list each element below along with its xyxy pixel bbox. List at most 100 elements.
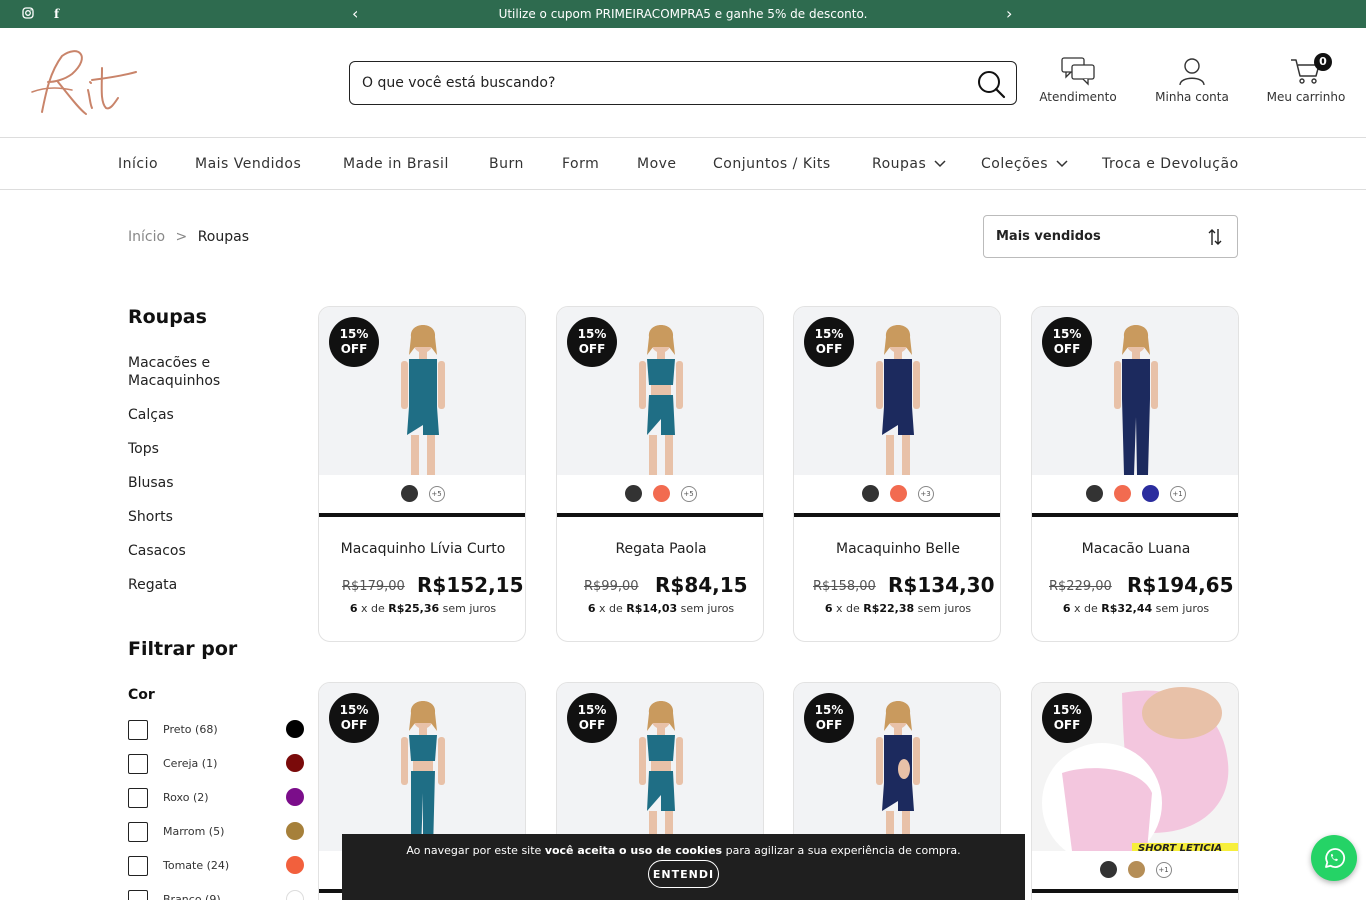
color-swatch[interactable] xyxy=(1085,485,1103,502)
color-swatch[interactable] xyxy=(286,822,304,840)
color-label: Branco (9) xyxy=(163,893,221,900)
installments: 6 x de R$14,03 sem juros xyxy=(557,602,763,615)
more-colors-badge[interactable]: +3 xyxy=(917,486,934,502)
color-swatch[interactable] xyxy=(286,754,304,772)
minha-conta-button[interactable]: Minha conta xyxy=(1152,56,1232,104)
color-filter-row[interactable]: Preto (68) xyxy=(128,719,306,741)
discount-badge-pct: 15% xyxy=(339,327,369,341)
color-checkbox[interactable] xyxy=(128,856,148,876)
installments: 6 x de R$25,36 sem juros xyxy=(319,602,525,615)
old-price: R$179,00 xyxy=(342,579,405,594)
meu-carrinho-label: Meu carrinho xyxy=(1266,90,1346,104)
current-price: R$152,15 xyxy=(417,573,524,597)
sort-label: Mais vendidos xyxy=(996,229,1101,244)
nav-made-in-brasil[interactable]: Made in Brasil xyxy=(343,156,449,172)
color-filter-row[interactable]: Tomate (24) xyxy=(128,855,306,877)
discount-badge: 15% OFF xyxy=(1042,693,1092,743)
discount-badge-pct: 15% xyxy=(339,703,369,717)
product-name[interactable]: Macacão Luana xyxy=(1032,541,1238,557)
old-price: R$158,00 xyxy=(813,579,876,594)
color-swatch[interactable] xyxy=(286,856,304,874)
nav-colecoes[interactable]: Coleções xyxy=(981,156,1068,172)
product-card[interactable]: 15% OFF +3 Macaquinho Belle R$158,00 R$134,30… xyxy=(793,306,1001,642)
promo-next-arrow[interactable]: › xyxy=(1006,4,1012,23)
installments-count: 6 xyxy=(349,602,358,615)
product-name[interactable]: Macaquinho Belle xyxy=(794,541,1000,557)
color-swatches: +5 xyxy=(319,475,525,513)
cart-button[interactable]: 0 Meu carrinho xyxy=(1264,53,1348,104)
product-card[interactable]: 15% OFF SHORT LETICIA +1 xyxy=(1031,682,1239,900)
color-checkbox[interactable] xyxy=(128,890,148,900)
color-swatches: +1 xyxy=(1032,851,1238,889)
color-swatch[interactable] xyxy=(1141,485,1159,502)
color-filter-row[interactable]: Marrom (5) xyxy=(128,821,306,843)
sidebar-item-blusas[interactable]: Blusas xyxy=(128,474,268,492)
sort-select[interactable]: Mais vendidos xyxy=(983,215,1238,258)
discount-badge: 15% OFF xyxy=(804,693,854,743)
color-label: Marrom (5) xyxy=(163,825,225,838)
color-checkbox[interactable] xyxy=(128,788,148,808)
sidebar-item-calcas[interactable]: Calças xyxy=(128,406,268,424)
product-card[interactable]: 15% OFF +5 Macaquinho Lívia Curto R$179,00 R$… xyxy=(318,306,526,642)
color-filter-row[interactable]: Branco (9) xyxy=(128,889,306,900)
nav-roupas[interactable]: Roupas xyxy=(872,156,946,172)
search-input[interactable] xyxy=(362,72,962,94)
sidebar-item-regata[interactable]: Regata xyxy=(128,576,268,594)
color-swatch[interactable] xyxy=(400,485,418,502)
nav-form[interactable]: Form xyxy=(562,156,599,172)
color-swatch[interactable] xyxy=(1127,861,1145,878)
more-colors-badge[interactable]: +1 xyxy=(1155,862,1172,878)
discount-badge-pct: 15% xyxy=(577,327,607,341)
card-divider xyxy=(557,513,763,517)
color-filter-row[interactable]: Roxo (2) xyxy=(128,787,306,809)
more-colors-badge[interactable]: +1 xyxy=(1169,486,1186,502)
product-name[interactable]: Regata Paola xyxy=(557,541,763,557)
nav-troca-devolucao[interactable]: Troca e Devolução xyxy=(1102,156,1239,172)
nav-inicio[interactable]: Início xyxy=(118,156,158,172)
color-label: Cereja (1) xyxy=(163,757,218,770)
product-name[interactable]: Macaquinho Lívia Curto xyxy=(319,541,525,557)
nav-conjuntos-kits[interactable]: Conjuntos / Kits xyxy=(713,156,831,172)
color-checkbox[interactable] xyxy=(128,822,148,842)
chat-icon xyxy=(1061,57,1095,86)
color-swatch[interactable] xyxy=(889,485,907,502)
promo-text: Utilize o cupom PRIMEIRACOMPRA5 e ganhe … xyxy=(498,7,868,21)
color-swatch[interactable] xyxy=(624,485,642,502)
sidebar-item-casacos[interactable]: Casacos xyxy=(128,542,268,560)
color-swatch[interactable] xyxy=(286,788,304,806)
atendimento-button[interactable]: Atendimento xyxy=(1038,56,1118,104)
more-colors-badge[interactable]: +5 xyxy=(680,486,697,502)
color-checkbox[interactable] xyxy=(128,754,148,774)
current-price: R$84,15 xyxy=(655,573,748,597)
breadcrumb: Início > Roupas xyxy=(128,229,249,245)
color-swatch[interactable] xyxy=(286,720,304,738)
nav-burn[interactable]: Burn xyxy=(489,156,524,172)
search-box xyxy=(349,61,1017,105)
cookie-message: Ao navegar por este site você aceita o u… xyxy=(342,844,1025,857)
installments-sep: x de xyxy=(1070,602,1102,615)
color-swatch[interactable] xyxy=(652,485,670,502)
breadcrumb-home[interactable]: Início xyxy=(128,229,165,245)
nav-mais-vendidos[interactable]: Mais Vendidos xyxy=(195,156,301,172)
nav-move[interactable]: Move xyxy=(637,156,677,172)
installments-sep: x de xyxy=(357,602,389,615)
search-icon[interactable] xyxy=(976,69,1006,99)
nav-colecoes-label: Coleções xyxy=(981,156,1049,172)
whatsapp-button[interactable] xyxy=(1311,835,1357,881)
sidebar-item-macacoes[interactable]: Macacões e Macaquinhos xyxy=(128,354,268,390)
sidebar-item-shorts[interactable]: Shorts xyxy=(128,508,268,526)
color-swatch[interactable] xyxy=(861,485,879,502)
color-swatch[interactable] xyxy=(286,890,304,900)
cookie-accept-button[interactable]: ENTENDI xyxy=(648,860,719,888)
color-swatch[interactable] xyxy=(1113,485,1131,502)
color-swatch[interactable] xyxy=(1099,861,1117,878)
color-filter-row[interactable]: Cereja (1) xyxy=(128,753,306,775)
brand-logo[interactable] xyxy=(28,42,138,122)
installments: 6 x de R$22,38 sem juros xyxy=(794,602,1000,615)
product-card[interactable]: 15% OFF +1 Macacão Luana R$229,00 R$194,65 6 x… xyxy=(1031,306,1239,642)
sidebar-item-tops[interactable]: Tops xyxy=(128,440,268,458)
product-card[interactable]: 15% OFF +5 Regata Paola R$99,00 R$84,15 6 x de… xyxy=(556,306,764,642)
more-colors-badge[interactable]: +5 xyxy=(428,486,445,502)
color-filter-title: Cor xyxy=(128,687,155,703)
color-checkbox[interactable] xyxy=(128,720,148,740)
